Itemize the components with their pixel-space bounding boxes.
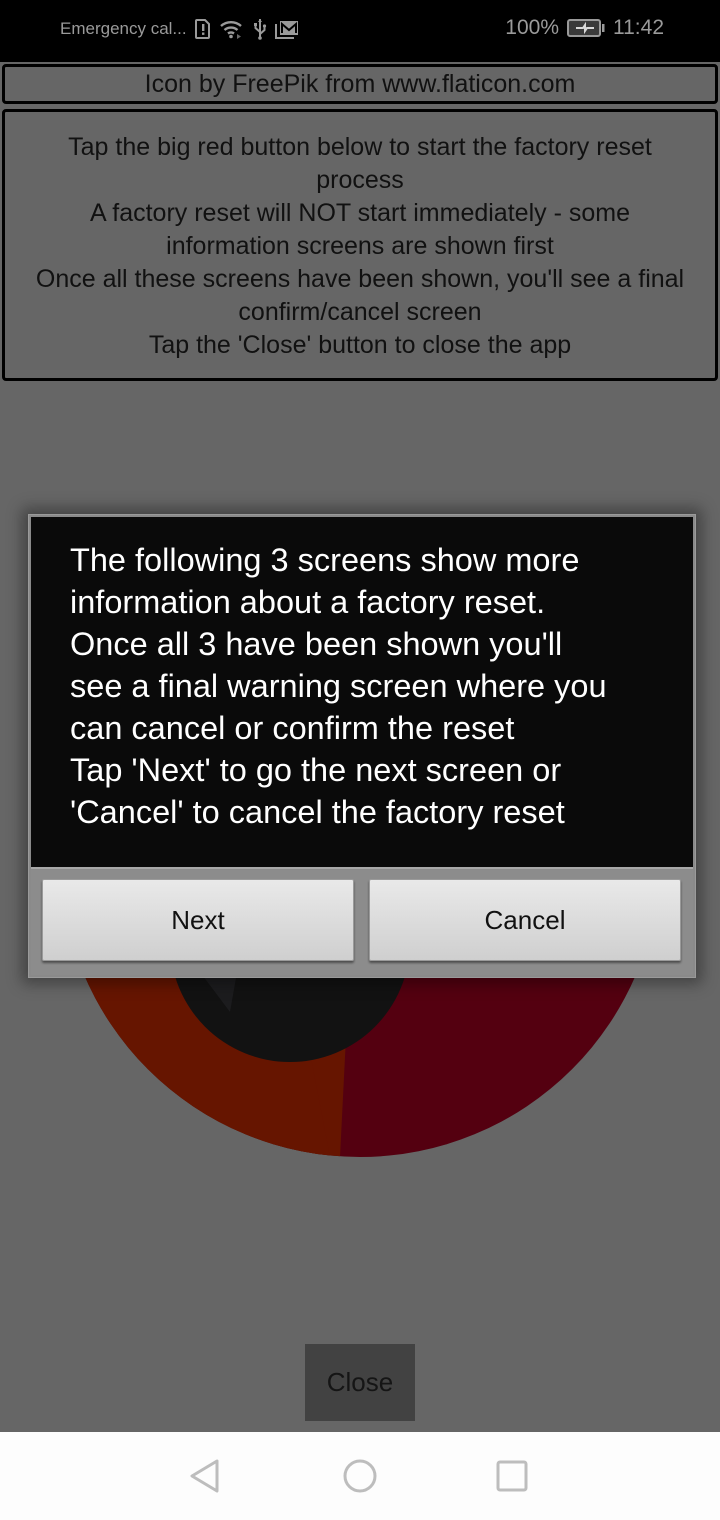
dialog-message-line: Once all 3 have been shown you'll bbox=[70, 626, 563, 662]
dialog-message-line: The following 3 screens show more bbox=[70, 542, 580, 578]
dialog-message-line: see a final warning screen where you bbox=[70, 668, 607, 704]
info-dialog: The following 3 screens show more inform… bbox=[28, 514, 696, 978]
icon-credit: Icon by FreePik from www.flaticon.com bbox=[2, 64, 718, 104]
instruction-line: process bbox=[316, 166, 404, 194]
instruction-line: information screens are shown first bbox=[166, 232, 554, 260]
dialog-message-line: can cancel or confirm the reset bbox=[70, 710, 515, 746]
status-left: Emergency cal... bbox=[60, 18, 299, 40]
carrier-text: Emergency cal... bbox=[60, 19, 187, 38]
next-button[interactable]: Next bbox=[42, 879, 354, 961]
dialog-message-line: Tap 'Next' to go the next screen or bbox=[70, 752, 562, 788]
gmail-icon bbox=[274, 19, 299, 39]
instruction-line: Tap the 'Close' button to close the app bbox=[148, 331, 572, 359]
battery-percent: 100% bbox=[505, 16, 559, 39]
battery-charging-icon bbox=[567, 19, 605, 37]
dialog-message: The following 3 screens show more inform… bbox=[70, 539, 690, 833]
instruction-line: A factory reset will NOT start immediate… bbox=[90, 199, 630, 227]
dialog-button-bar: Next Cancel bbox=[31, 867, 693, 975]
dialog-body: The following 3 screens show more inform… bbox=[31, 517, 693, 867]
recents-icon bbox=[496, 1460, 528, 1492]
wifi-icon bbox=[219, 19, 245, 39]
home-button[interactable] bbox=[338, 1454, 382, 1498]
instruction-line: Tap the big red button below to start th… bbox=[68, 133, 652, 161]
back-icon bbox=[190, 1459, 219, 1493]
status-bar: Emergency cal... 100% 11:42 bbox=[0, 0, 720, 62]
navigation-bar bbox=[0, 1432, 720, 1520]
recents-button[interactable] bbox=[490, 1454, 534, 1498]
instructions-box: Tap the big red button below to start th… bbox=[2, 109, 718, 381]
dialog-message-line: 'Cancel' to cancel the factory reset bbox=[70, 794, 565, 830]
sim-alert-icon bbox=[194, 19, 211, 39]
status-right: 100% 11:42 bbox=[505, 16, 664, 40]
usb-icon bbox=[253, 18, 267, 40]
cancel-button[interactable]: Cancel bbox=[369, 879, 681, 961]
clock: 11:42 bbox=[613, 16, 664, 39]
instruction-line: confirm/cancel screen bbox=[238, 298, 482, 326]
back-button[interactable] bbox=[183, 1454, 227, 1498]
dialog-message-line: information about a factory reset. bbox=[70, 584, 546, 620]
home-icon bbox=[343, 1459, 377, 1493]
instruction-line: Once all these screens have been shown, … bbox=[35, 265, 685, 293]
close-button[interactable]: Close bbox=[305, 1344, 415, 1421]
